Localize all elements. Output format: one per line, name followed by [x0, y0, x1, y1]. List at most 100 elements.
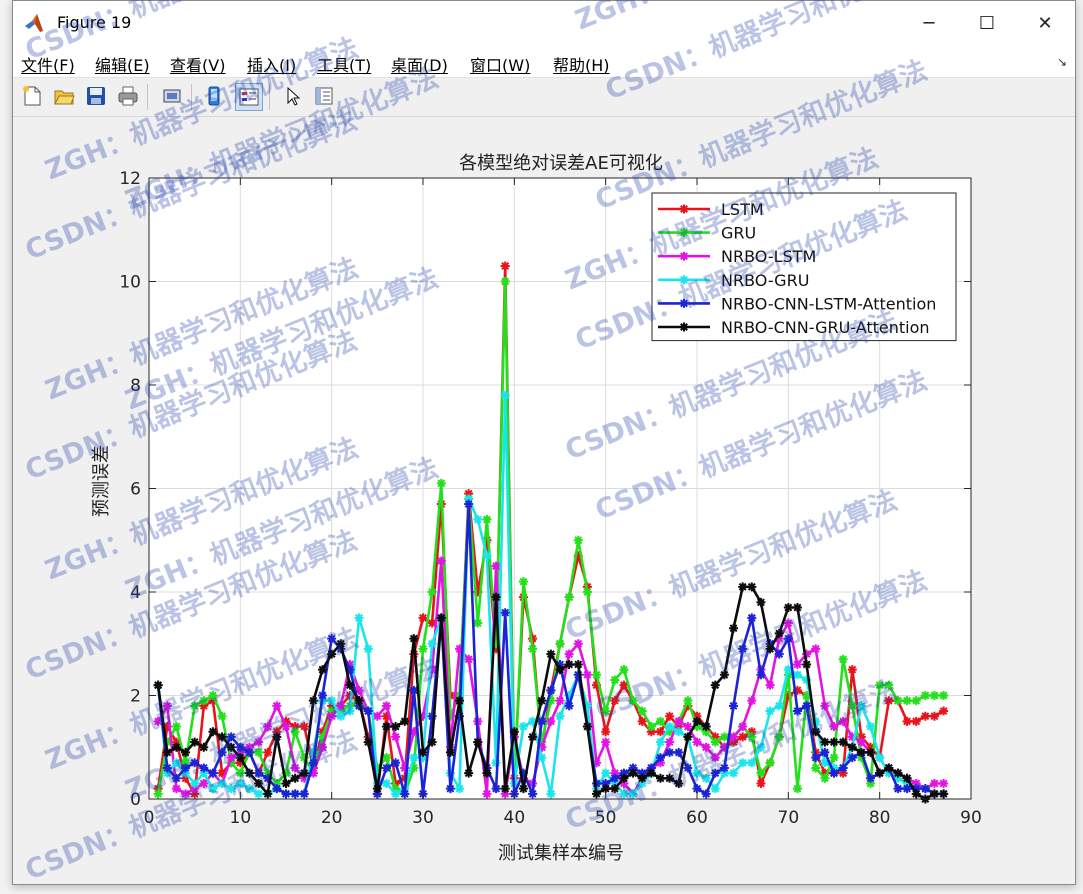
- data-point: [920, 784, 930, 794]
- data-point: [692, 737, 702, 747]
- dock-arrow-icon[interactable]: ↘: [1057, 55, 1067, 69]
- menu-help[interactable]: 帮助(H): [553, 52, 610, 76]
- data-point: [455, 696, 465, 706]
- minimize-button[interactable]: ─: [900, 1, 958, 45]
- data-point: [427, 639, 437, 649]
- legend[interactable]: LSTM GRU NRBO-LSTM NRBO-GRU NRBO-CNN-LSTM-At…: [651, 192, 957, 342]
- data-point: [546, 716, 556, 726]
- data-point: [820, 747, 830, 757]
- menu-tools[interactable]: 工具(T): [317, 52, 371, 76]
- data-point: [190, 758, 200, 768]
- menu-bar: 文件(F) 编辑(E) 查看(V) 插入(I) 工具(T) 桌面(D) 窗口(W…: [13, 45, 1075, 78]
- chart-title: 各模型绝对误差AE可视化: [459, 153, 663, 174]
- data-point: [710, 784, 720, 794]
- data-point: [226, 742, 236, 752]
- open-file-icon[interactable]: [51, 83, 77, 109]
- data-point: [719, 763, 729, 773]
- data-point: [381, 722, 391, 732]
- save-icon[interactable]: [83, 83, 109, 109]
- data-point: [564, 659, 574, 669]
- data-point: [244, 768, 254, 778]
- print-icon[interactable]: [115, 83, 141, 109]
- data-point: [208, 784, 218, 794]
- data-point: [902, 716, 912, 726]
- menu-file[interactable]: 文件(F): [21, 52, 75, 76]
- insert-legend-icon[interactable]: [235, 83, 263, 111]
- data-point: [811, 644, 821, 654]
- data-point: [500, 390, 510, 400]
- data-point: [254, 768, 264, 778]
- data-point: [418, 644, 428, 654]
- data-point: [939, 706, 949, 716]
- new-figure-icon[interactable]: [19, 83, 45, 109]
- menu-insert[interactable]: 插入(I): [247, 52, 296, 76]
- data-point: [272, 701, 282, 711]
- data-point: [701, 773, 711, 783]
- data-point: [756, 670, 766, 680]
- data-point: [254, 747, 264, 757]
- y-tick-label: 0: [130, 790, 141, 810]
- data-point: [692, 768, 702, 778]
- data-point: [500, 261, 510, 271]
- data-point: [263, 722, 273, 732]
- data-point: [939, 789, 949, 799]
- data-point: [847, 701, 857, 711]
- data-point: [464, 768, 474, 778]
- data-point: [171, 784, 181, 794]
- data-point: [628, 696, 638, 706]
- line-chart[interactable]: 各模型绝对误差AE可视化 测试集样本编号 预测误差 0 10 20 30 40 50 60 7…: [13, 117, 1075, 884]
- menu-view[interactable]: 查看(V): [170, 52, 225, 76]
- data-point: [217, 778, 227, 788]
- data-point: [674, 778, 684, 788]
- data-point: [363, 737, 373, 747]
- maximize-button[interactable]: ☐: [958, 1, 1016, 45]
- data-point: [254, 789, 264, 799]
- data-point: [217, 747, 227, 757]
- legend-label: NRBO-CNN-GRU-Attention: [721, 318, 930, 337]
- data-point: [400, 716, 410, 726]
- data-point: [244, 784, 254, 794]
- data-point: [756, 597, 766, 607]
- data-point: [838, 737, 848, 747]
- property-editor-icon[interactable]: [311, 83, 337, 109]
- data-point: [427, 587, 437, 597]
- data-point: [747, 613, 757, 623]
- data-point: [866, 722, 876, 732]
- data-point: [637, 773, 647, 783]
- data-point: [318, 742, 328, 752]
- data-point: [528, 789, 538, 799]
- data-point: [181, 789, 191, 799]
- data-point: [381, 763, 391, 773]
- pointer-icon[interactable]: [279, 83, 305, 109]
- data-point: [363, 706, 373, 716]
- link-plot-icon[interactable]: [201, 83, 227, 109]
- data-point: [729, 701, 739, 711]
- close-button[interactable]: ✕: [1016, 1, 1074, 45]
- print-preview-icon[interactable]: [159, 83, 185, 109]
- data-point: [601, 706, 611, 716]
- data-point: [290, 789, 300, 799]
- maximize-icon: ☐: [978, 12, 996, 34]
- data-point: [884, 696, 894, 706]
- data-point: [181, 763, 191, 773]
- data-point: [171, 758, 181, 768]
- data-point: [646, 768, 656, 778]
- y-tick-label: 10: [119, 273, 141, 293]
- x-tick-label: 30: [412, 808, 434, 828]
- data-point: [555, 665, 565, 675]
- data-point: [509, 727, 519, 737]
- data-point: [345, 706, 355, 716]
- data-point: [327, 711, 337, 721]
- data-point: [847, 665, 857, 675]
- data-point: [847, 742, 857, 752]
- data-point: [254, 778, 264, 788]
- legend-marker: [679, 251, 689, 261]
- data-point: [244, 747, 254, 757]
- data-point: [802, 701, 812, 711]
- menu-edit[interactable]: 编辑(E): [95, 52, 150, 76]
- data-point: [783, 634, 793, 644]
- data-point: [445, 784, 455, 794]
- data-point: [747, 732, 757, 742]
- menu-desktop[interactable]: 桌面(D): [391, 52, 448, 76]
- menu-window[interactable]: 窗口(W): [470, 52, 530, 76]
